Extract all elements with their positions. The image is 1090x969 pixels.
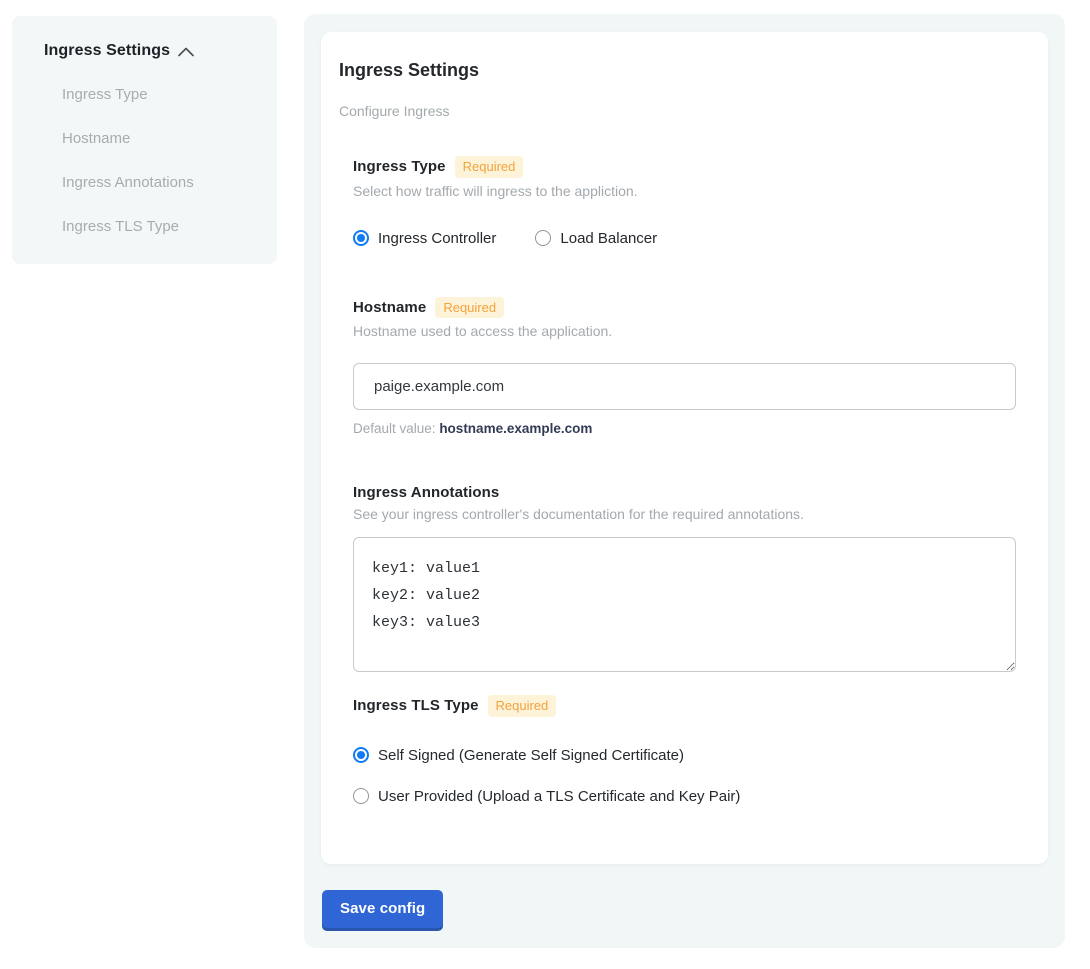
required-badge: Required — [455, 156, 524, 178]
hostname-label: Hostname — [353, 299, 426, 316]
radio-ingress-controller[interactable]: Ingress Controller — [353, 230, 496, 247]
tls-type-label: Ingress TLS Type — [353, 697, 479, 714]
config-main-panel: Ingress Settings Configure Ingress Ingre… — [304, 14, 1065, 948]
radio-label: Load Balancer — [560, 230, 657, 247]
required-badge: Required — [435, 297, 504, 319]
config-card: Ingress Settings Configure Ingress Ingre… — [321, 32, 1048, 864]
save-config-button[interactable]: Save config — [322, 890, 443, 928]
annotations-textarea[interactable]: key1: value1 key2: value2 key3: value3 — [353, 537, 1016, 672]
radio-selected-icon[interactable] — [353, 230, 369, 246]
annotations-help: See your ingress controller's documentat… — [353, 506, 1016, 522]
radio-user-provided[interactable]: User Provided (Upload a TLS Certificate … — [353, 788, 1016, 805]
group-ingress-type: Ingress Type Required Select how traffic… — [353, 156, 1016, 247]
radio-load-balancer[interactable]: Load Balancer — [535, 230, 657, 247]
default-label: Default value: — [353, 421, 439, 436]
card-subtitle: Configure Ingress — [339, 103, 1016, 119]
sidebar-group-title: Ingress Settings — [44, 42, 170, 60]
group-ingress-tls-type: Ingress TLS Type Required Self Signed (G… — [353, 695, 1016, 805]
config-groups: Ingress Type Required Select how traffic… — [353, 156, 1016, 805]
radio-label: User Provided (Upload a TLS Certificate … — [378, 788, 740, 805]
card-title: Ingress Settings — [339, 60, 1016, 81]
annotations-label: Ingress Annotations — [353, 484, 499, 501]
config-nav-sidebar: Ingress Settings Ingress Type Hostname I… — [12, 16, 277, 264]
radio-unselected-icon[interactable] — [535, 230, 551, 246]
tls-type-options: Self Signed (Generate Self Signed Certif… — [353, 747, 1016, 805]
sidebar-item-list: Ingress Type Hostname Ingress Annotation… — [62, 86, 257, 235]
radio-unselected-icon[interactable] — [353, 788, 369, 804]
ingress-type-label: Ingress Type — [353, 158, 446, 175]
radio-self-signed[interactable]: Self Signed (Generate Self Signed Certif… — [353, 747, 1016, 764]
required-badge: Required — [488, 695, 557, 717]
radio-selected-icon[interactable] — [353, 747, 369, 763]
group-ingress-annotations: Ingress Annotations See your ingress con… — [353, 484, 1016, 672]
chevron-up-icon — [178, 47, 194, 57]
ingress-type-options: Ingress Controller Load Balancer — [353, 230, 1016, 247]
sidebar-item-ingress-type[interactable]: Ingress Type — [62, 86, 257, 103]
sidebar-item-hostname[interactable]: Hostname — [62, 130, 257, 147]
sidebar-item-ingress-tls-type[interactable]: Ingress TLS Type — [62, 218, 257, 235]
hostname-default-line: Default value: hostname.example.com — [353, 421, 1016, 436]
ingress-type-help: Select how traffic will ingress to the a… — [353, 183, 1016, 199]
hostname-input[interactable] — [353, 363, 1016, 410]
radio-label: Self Signed (Generate Self Signed Certif… — [378, 747, 684, 764]
sidebar-group-toggle[interactable]: Ingress Settings — [44, 42, 257, 60]
group-hostname: Hostname Required Hostname used to acces… — [353, 297, 1016, 437]
radio-label: Ingress Controller — [378, 230, 496, 247]
sidebar-item-ingress-annotations[interactable]: Ingress Annotations — [62, 174, 257, 191]
default-value: hostname.example.com — [439, 421, 592, 436]
hostname-help: Hostname used to access the application. — [353, 323, 1016, 339]
